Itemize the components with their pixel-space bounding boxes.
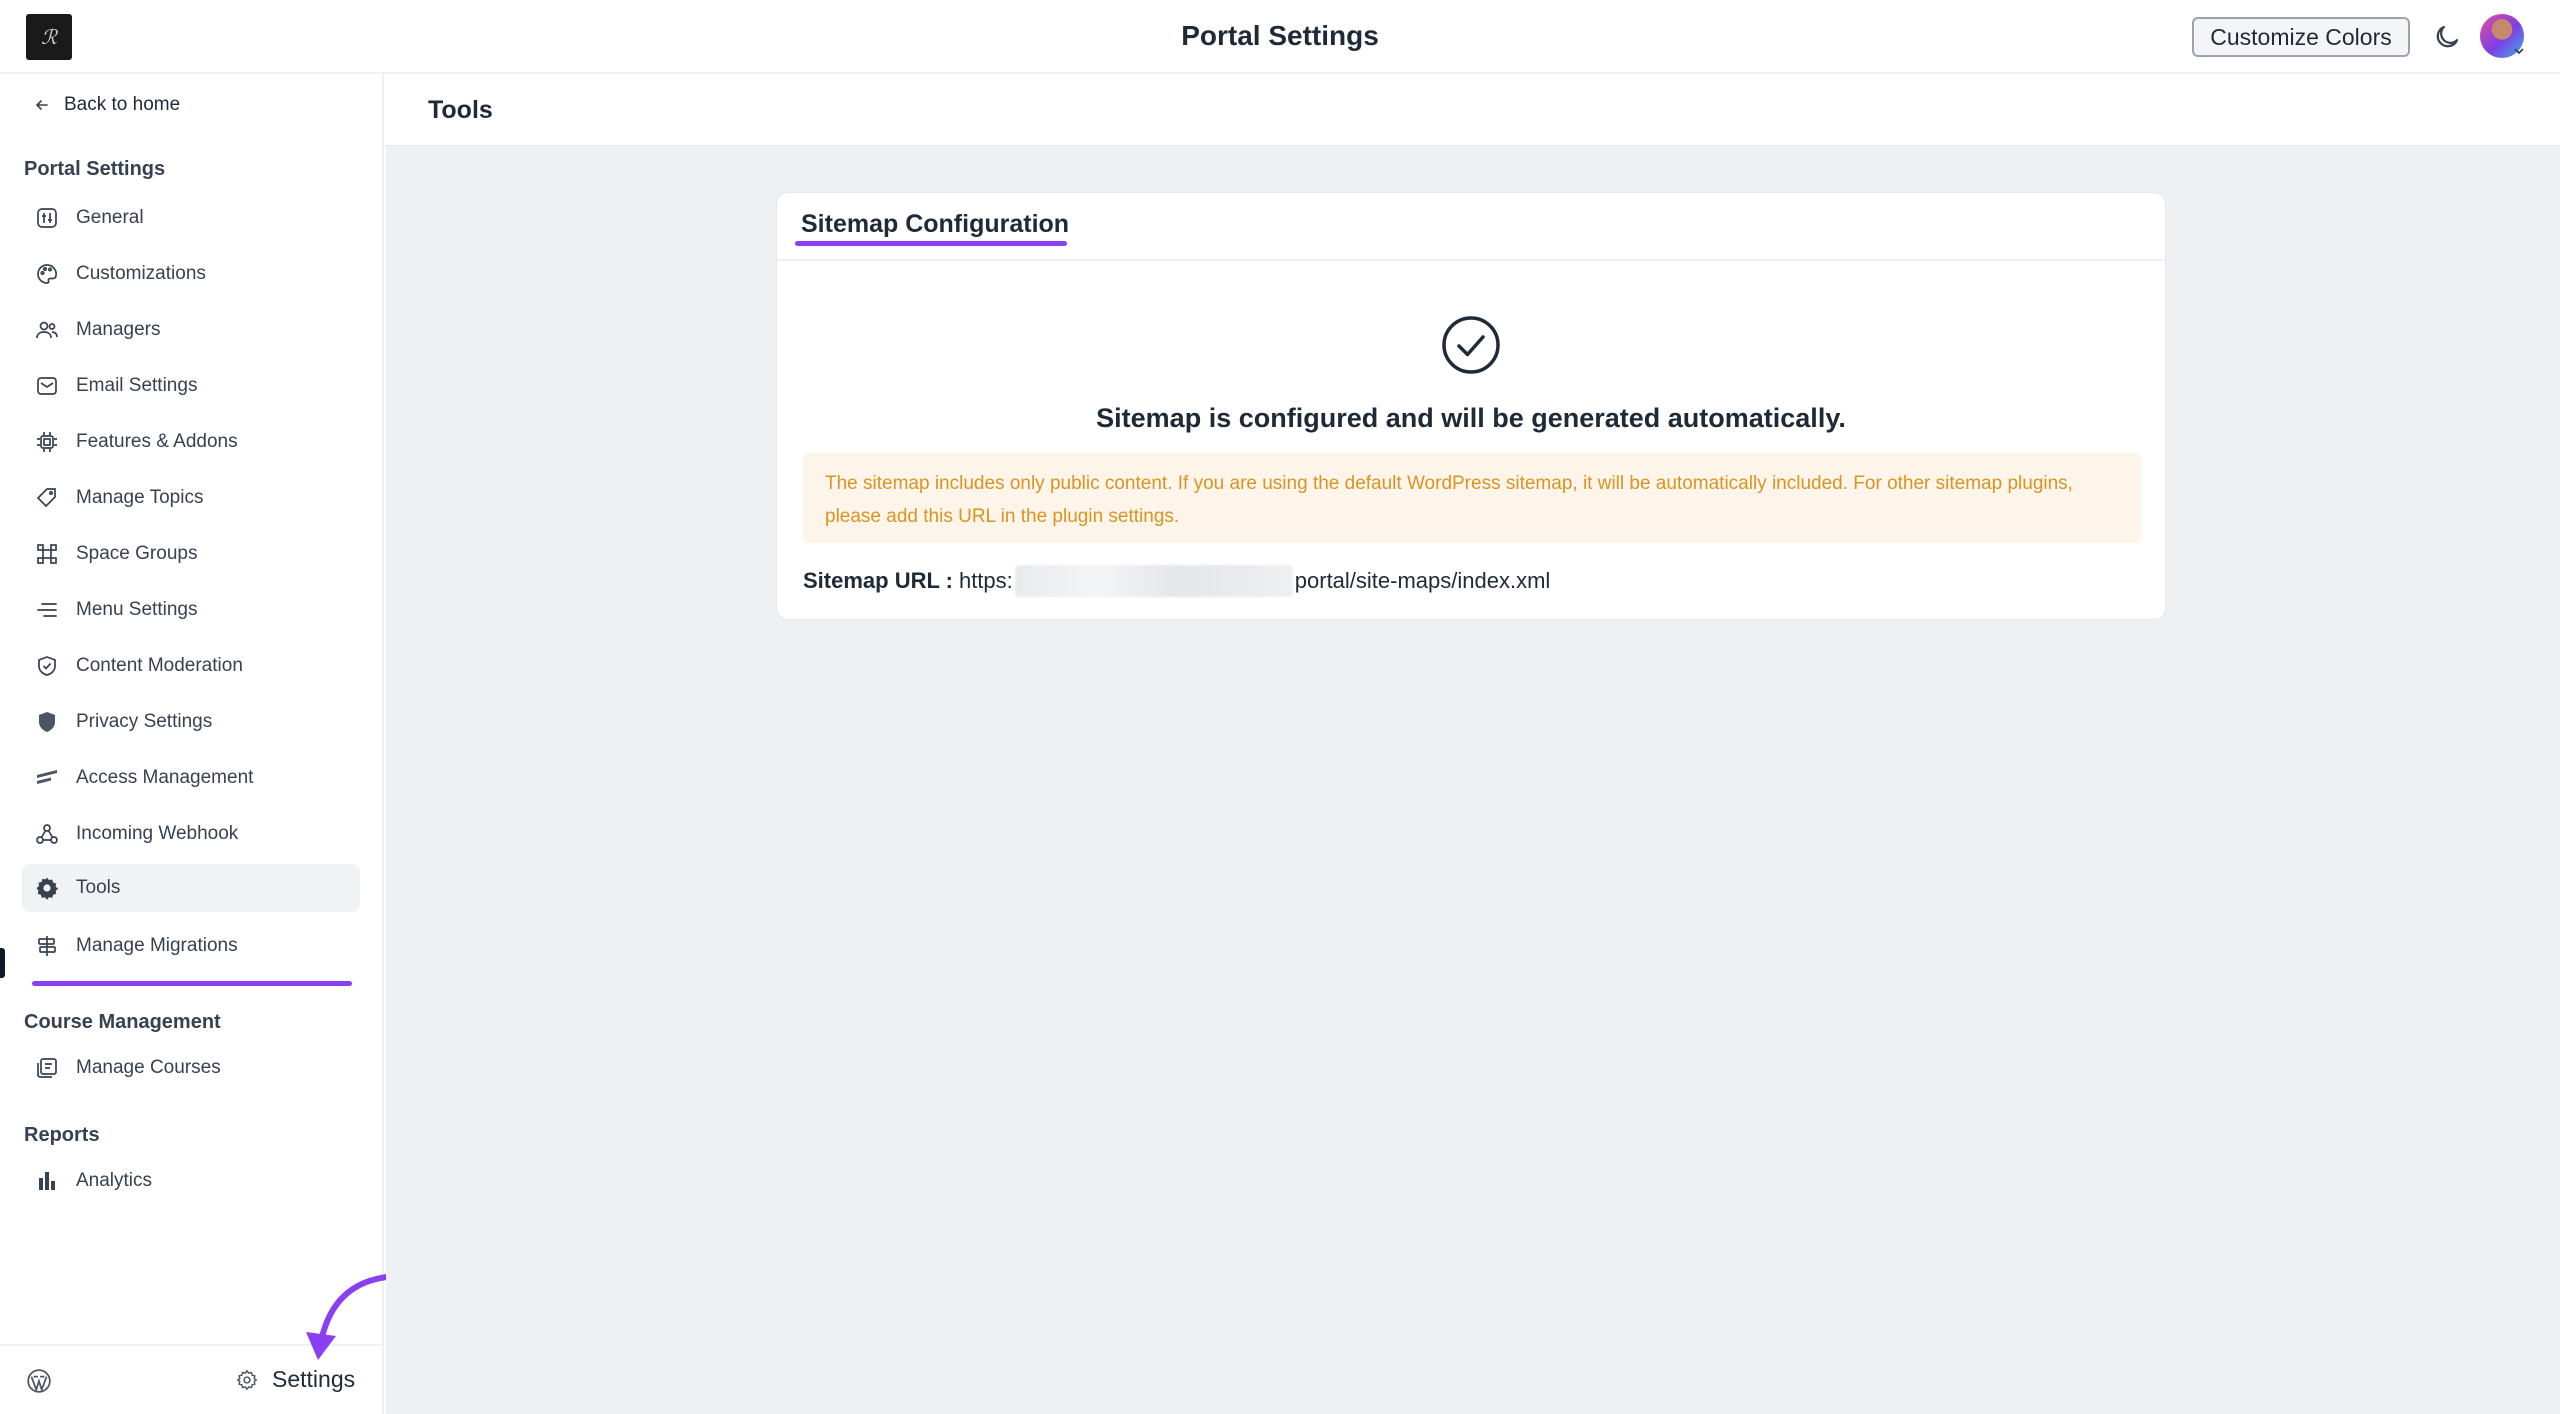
- sidebar-item-label: Customizations: [76, 263, 206, 284]
- active-tab-indicator: [795, 241, 1067, 246]
- chevron-down-icon[interactable]: [2512, 44, 2526, 58]
- wordpress-icon[interactable]: [26, 1368, 52, 1394]
- chip-icon: [34, 429, 60, 455]
- sidebar-item-label: Features & Addons: [76, 431, 238, 452]
- arrow-left-icon: [35, 100, 48, 110]
- gear-icon: [236, 1369, 258, 1390]
- palette-icon: [34, 261, 60, 287]
- sitemap-url-suffix[interactable]: portal/site-maps/index.xml: [1295, 568, 1551, 594]
- sidebar-item-label: Privacy Settings: [76, 711, 213, 732]
- back-to-home-link[interactable]: Back to home: [34, 94, 180, 116]
- sidebar-item-menu-settings[interactable]: Menu Settings: [22, 586, 360, 634]
- customize-colors-button[interactable]: Customize Colors: [2192, 17, 2410, 57]
- tag-icon: [34, 485, 60, 511]
- sidebar-item-privacy-settings[interactable]: Privacy Settings: [22, 698, 360, 746]
- site-logo[interactable]: ℛ: [26, 14, 72, 60]
- sidebar-item-label: Menu Settings: [76, 599, 198, 620]
- active-indicator: [0, 948, 5, 978]
- status-message: Sitemap is configured and will be genera…: [1096, 403, 1846, 433]
- access-icon: [34, 765, 60, 791]
- shield-icon: [34, 709, 60, 735]
- sidebar-item-label: General: [76, 207, 144, 228]
- sidebar-item-incoming-webhook[interactable]: Incoming Webhook: [22, 810, 360, 858]
- sidebar-item-customizations[interactable]: Customizations: [22, 250, 360, 298]
- sitemap-url-row: Sitemap URL : https: portal/site-maps/in…: [803, 565, 1550, 597]
- sitemap-card: Sitemap Configuration Sitemap is configu…: [776, 192, 2166, 620]
- bar-chart-icon: [34, 1168, 60, 1194]
- check-circle-icon: [1442, 316, 1500, 374]
- mail-icon: [34, 373, 60, 399]
- dark-mode-toggle-icon[interactable]: [2432, 22, 2462, 52]
- page-title: Tools: [428, 96, 493, 124]
- sidebar-item-manage-topics[interactable]: Manage Topics: [22, 474, 360, 522]
- sidebar-item-manage-migrations[interactable]: Manage Migrations: [22, 922, 360, 970]
- reports-section-title: Reports: [24, 1124, 100, 1146]
- courses-icon: [34, 1055, 60, 1081]
- sidebar-item-analytics[interactable]: Analytics: [22, 1157, 360, 1205]
- migration-icon: [34, 933, 60, 959]
- sidebar-item-space-groups[interactable]: Space Groups: [22, 530, 360, 578]
- sidebar-item-email-settings[interactable]: Email Settings: [22, 362, 360, 410]
- portal-settings-section-title: Portal Settings: [24, 158, 166, 180]
- shield-check-icon: [34, 653, 60, 679]
- sitemap-url-prefix[interactable]: https:: [959, 568, 1013, 594]
- sidebar-item-tools[interactable]: Tools: [22, 864, 360, 912]
- redacted-domain: [1014, 565, 1293, 597]
- footer-settings-label: Settings: [272, 1366, 356, 1392]
- menu-icon: [34, 597, 60, 623]
- back-label: Back to home: [64, 94, 181, 115]
- page-header: Tools: [386, 74, 2560, 146]
- sidebar-item-label: Content Moderation: [76, 655, 243, 676]
- app-title: Portal Settings: [1181, 20, 1379, 51]
- sidebar-item-label: Tools: [76, 877, 121, 898]
- tab-sitemap-configuration[interactable]: Sitemap Configuration: [801, 210, 1069, 239]
- card-tabs: Sitemap Configuration: [777, 193, 2165, 261]
- main-content: Tools Sitemap Configuration Sitemap is c…: [386, 74, 2560, 1414]
- general-icon: [34, 205, 60, 231]
- sidebar-item-label: Space Groups: [76, 543, 198, 564]
- sidebar-item-label: Managers: [76, 319, 161, 340]
- gear-icon: [34, 875, 60, 901]
- sidebar-item-label: Manage Topics: [76, 487, 204, 508]
- active-item-highlight: [32, 981, 352, 986]
- sidebar-item-general[interactable]: General: [22, 194, 360, 242]
- users-icon: [34, 317, 60, 343]
- group-icon: [34, 541, 60, 567]
- sidebar-item-managers[interactable]: Managers: [22, 306, 360, 354]
- sidebar: Back to home Portal Settings General Cus…: [0, 74, 384, 1414]
- sidebar-item-label: Access Management: [76, 767, 254, 788]
- sidebar-item-features-addons[interactable]: Features & Addons: [22, 418, 360, 466]
- top-bar: ℛ Portal Settings Customize Colors: [0, 0, 2560, 74]
- webhook-icon: [34, 821, 60, 847]
- sidebar-item-label: Analytics: [76, 1170, 153, 1191]
- sidebar-item-label: Manage Courses: [76, 1057, 221, 1078]
- sidebar-item-manage-courses[interactable]: Manage Courses: [22, 1044, 360, 1092]
- sidebar-item-label: Manage Migrations: [76, 935, 238, 956]
- footer-settings-link[interactable]: Settings: [236, 1366, 355, 1393]
- sitemap-notice: The sitemap includes only public content…: [803, 453, 2141, 543]
- sidebar-item-label: Email Settings: [76, 375, 198, 396]
- sidebar-item-label: Incoming Webhook: [76, 823, 239, 844]
- course-management-section-title: Course Management: [24, 1011, 221, 1033]
- sidebar-item-access-management[interactable]: Access Management: [22, 754, 360, 802]
- sidebar-item-content-moderation[interactable]: Content Moderation: [22, 642, 360, 690]
- sitemap-url-label: Sitemap URL :: [803, 568, 953, 593]
